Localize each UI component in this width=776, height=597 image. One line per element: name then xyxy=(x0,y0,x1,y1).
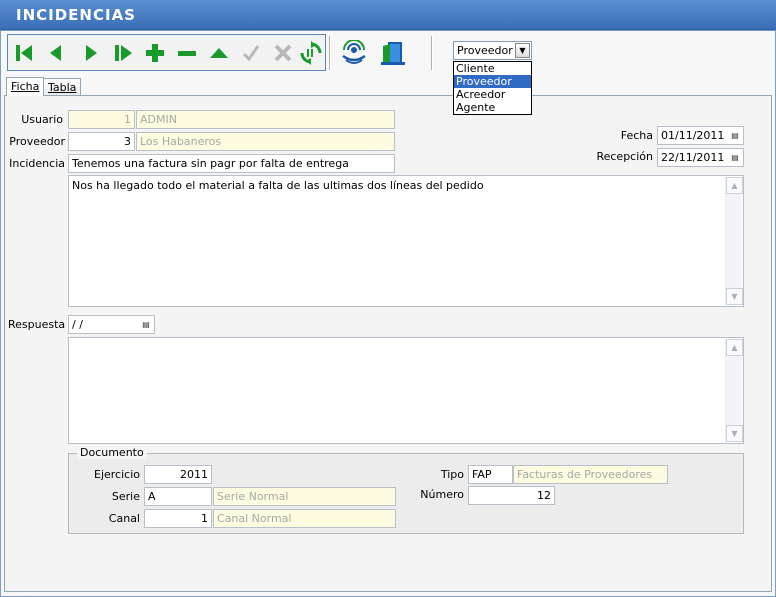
fecha-label: Fecha xyxy=(620,129,653,142)
broadcast-icon[interactable] xyxy=(338,38,370,68)
chevron-down-icon[interactable]: ▼ xyxy=(515,43,530,58)
entity-type-value: Proveedor xyxy=(457,44,513,57)
scroll-up-icon[interactable]: ▲ xyxy=(726,177,743,194)
next-record-icon[interactable] xyxy=(78,40,104,66)
vertical-scrollbar[interactable]: ▲ ▼ xyxy=(725,339,743,442)
refresh-icon[interactable] xyxy=(298,40,324,66)
edit-record-icon[interactable] xyxy=(206,40,232,66)
incidencia-field[interactable]: Tenemos una factura sin pagr por falta d… xyxy=(68,154,395,173)
toolbar-separator xyxy=(329,36,331,70)
documento-title: Documento xyxy=(77,446,147,459)
entity-type-dropdown: Cliente Proveedor Acreedor Agente xyxy=(453,61,532,115)
navigation-toolbar xyxy=(7,34,326,71)
scroll-down-icon[interactable]: ▼ xyxy=(726,425,743,442)
tipo-code-field[interactable]: FAP xyxy=(468,465,513,484)
proveedor-code-field[interactable]: 3 xyxy=(68,132,135,151)
respuesta-label: Respuesta xyxy=(8,318,66,331)
first-record-icon[interactable] xyxy=(12,40,38,66)
respuesta-date-value: / / xyxy=(72,318,83,331)
scroll-down-icon[interactable]: ▼ xyxy=(726,288,743,305)
recepcion-field[interactable]: 22/11/2011 ▤ xyxy=(657,148,744,167)
dropdown-option-agente[interactable]: Agente xyxy=(454,101,531,114)
tab-ficha-label: Ficha xyxy=(11,80,40,93)
usuario-label: Usuario xyxy=(21,113,63,126)
vertical-scrollbar[interactable]: ▲ ▼ xyxy=(725,177,743,305)
description-text: Nos ha llegado todo el material a falta … xyxy=(72,179,484,192)
canal-code-field[interactable]: 1 xyxy=(144,509,212,528)
respuesta-date-field[interactable]: / / ▤ xyxy=(68,315,155,334)
usuario-code-field: 1 xyxy=(68,110,135,129)
tipo-name-field: Facturas de Proveedores xyxy=(513,465,668,484)
numero-field[interactable]: 12 xyxy=(468,486,555,505)
numero-label: Número xyxy=(420,488,464,501)
calendar-icon[interactable]: ▤ xyxy=(728,128,742,143)
exit-door-icon[interactable] xyxy=(377,38,409,68)
tab-tabla-label: Tabla xyxy=(48,81,77,94)
entity-type-select[interactable]: Proveedor ▼ xyxy=(453,41,532,60)
calendar-icon[interactable]: ▤ xyxy=(139,317,153,332)
recepcion-value: 22/11/2011 xyxy=(661,151,725,164)
tab-ficha[interactable]: Ficha xyxy=(6,77,45,96)
title-bar: INCIDENCIAS xyxy=(0,0,776,30)
tab-tabla[interactable]: Tabla xyxy=(43,78,82,96)
scroll-up-icon[interactable]: ▲ xyxy=(726,339,743,356)
serie-code-field[interactable]: A xyxy=(144,487,212,506)
add-record-icon[interactable] xyxy=(142,40,168,66)
proveedor-name-field: Los Habaneros xyxy=(136,132,395,151)
fecha-value: 01/11/2011 xyxy=(661,129,725,142)
calendar-icon[interactable]: ▤ xyxy=(728,150,742,165)
proveedor-label: Proveedor xyxy=(9,135,65,148)
ejercicio-label: Ejercicio xyxy=(94,468,140,481)
serie-name-field: Serie Normal xyxy=(213,487,396,506)
recepcion-label: Recepción xyxy=(596,150,653,163)
tipo-label: Tipo xyxy=(440,468,464,481)
confirm-icon[interactable] xyxy=(238,40,264,66)
canal-label: Canal xyxy=(108,512,140,525)
serie-label: Serie xyxy=(111,490,140,503)
dropdown-option-cliente[interactable]: Cliente xyxy=(454,62,531,75)
cancel-icon[interactable] xyxy=(270,40,296,66)
ejercicio-field[interactable]: 2011 xyxy=(144,465,212,484)
dropdown-option-acreedor[interactable]: Acreedor xyxy=(454,88,531,101)
toolbar-separator xyxy=(431,36,433,70)
incidencia-label: Incidencia xyxy=(9,157,65,170)
last-record-icon[interactable] xyxy=(111,40,137,66)
fecha-field[interactable]: 01/11/2011 ▤ xyxy=(657,126,744,145)
previous-record-icon[interactable] xyxy=(43,40,69,66)
incidencia-description-memo[interactable]: Nos ha llegado todo el material a falta … xyxy=(68,175,744,307)
window-title: INCIDENCIAS xyxy=(16,6,136,24)
canal-name-field: Canal Normal xyxy=(213,509,396,528)
dropdown-option-proveedor[interactable]: Proveedor xyxy=(454,75,531,88)
delete-record-icon[interactable] xyxy=(174,40,200,66)
usuario-name-field: ADMIN xyxy=(136,110,395,129)
respuesta-memo[interactable]: ▲ ▼ xyxy=(68,337,744,444)
